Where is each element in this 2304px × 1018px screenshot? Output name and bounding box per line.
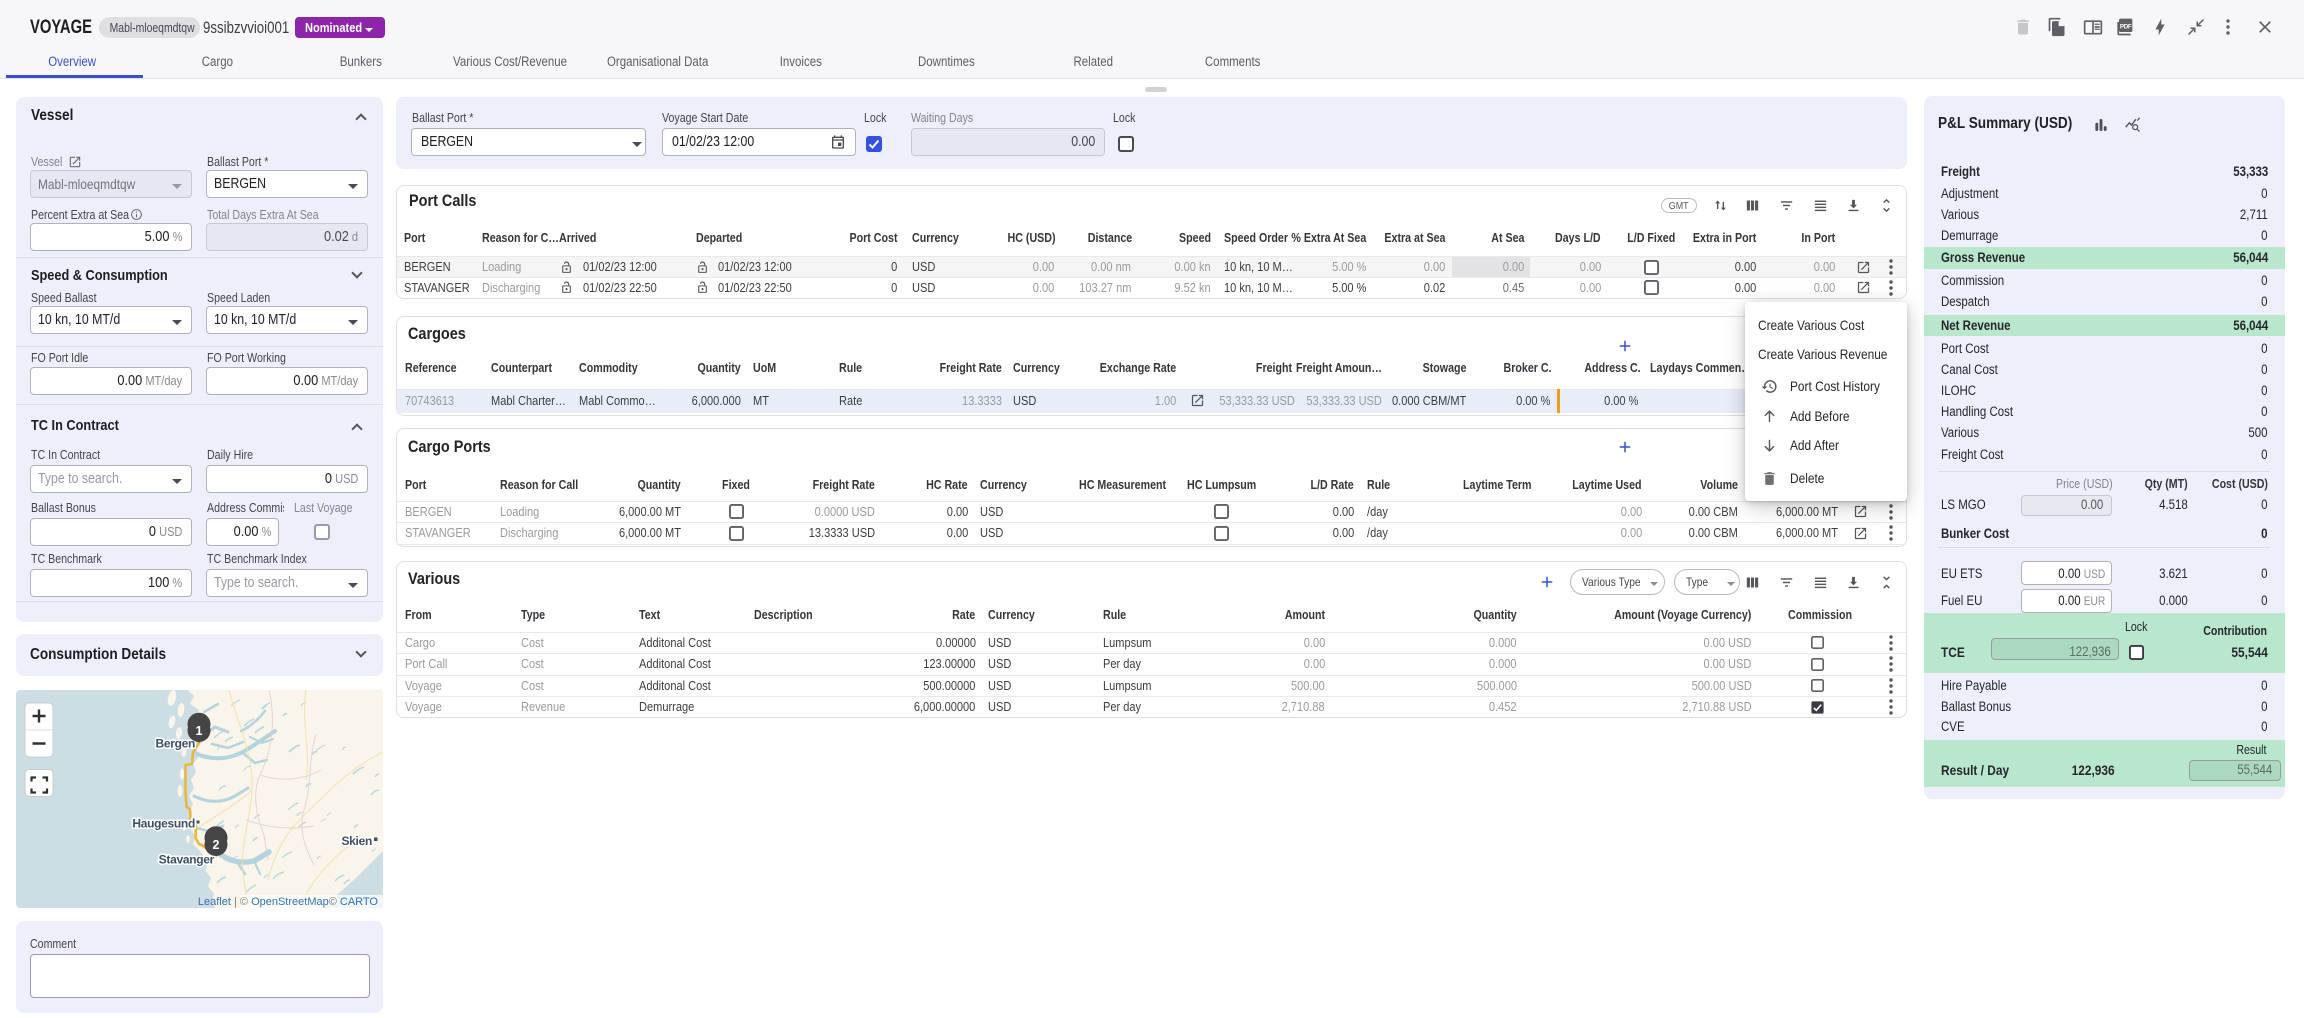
svg-text:Skien: Skien (341, 834, 372, 848)
svg-text:Haugesund: Haugesund (132, 817, 195, 831)
svg-text:2: 2 (213, 838, 220, 852)
svg-text:Stavanger: Stavanger (159, 853, 215, 867)
svg-text:PDF: PDF (2120, 23, 2132, 30)
svg-text:1: 1 (196, 724, 203, 738)
svg-text:Bergen: Bergen (155, 737, 195, 751)
svg-text:Leaflet | © OpenStreetMap© CAR: Leaflet | © OpenStreetMap© CARTO (198, 896, 379, 908)
